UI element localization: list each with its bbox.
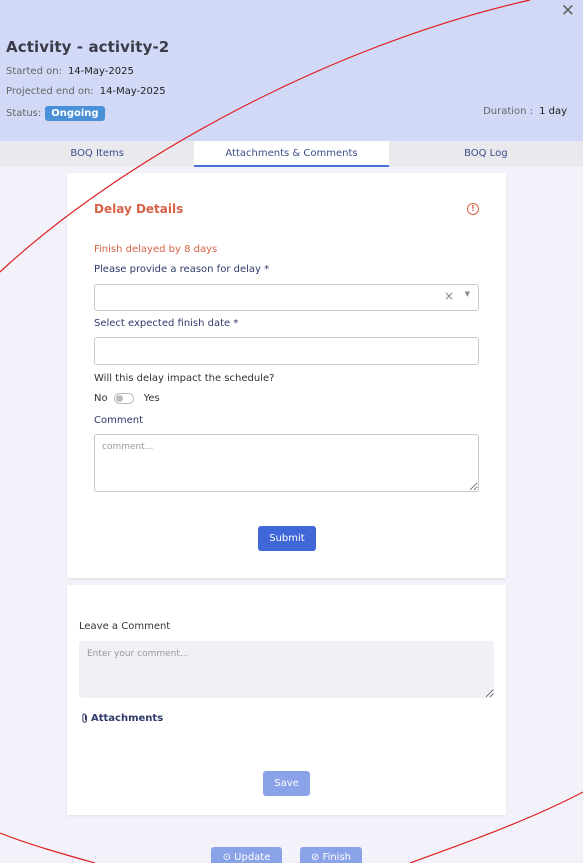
reason-select[interactable]: × ▼ — [94, 284, 479, 311]
projected-end-label: Projected end on: — [6, 86, 94, 97]
chevron-down-icon[interactable]: ▼ — [465, 290, 470, 298]
delay-details-card: Delay Details ! Finish delayed by 8 days… — [67, 173, 506, 578]
reason-label: Please provide a reason for delay * — [94, 264, 270, 275]
status-row: Status: Ongoing — [6, 106, 105, 121]
duration-label: Duration : — [483, 106, 534, 117]
tab-bar: BOQ Items Attachments & Comments BOQ Log — [0, 141, 583, 167]
started-on-label: Started on: — [6, 66, 62, 77]
close-icon[interactable]: ✕ — [561, 2, 575, 20]
leave-comment-label: Leave a Comment — [79, 621, 171, 632]
started-on-row: Started on: 14-May-2025 — [6, 66, 134, 77]
clear-icon[interactable]: × — [444, 289, 454, 303]
status-label: Status: — [6, 108, 42, 119]
tab-boq-items[interactable]: BOQ Items — [0, 141, 194, 167]
impact-toggle-row: No Yes — [94, 393, 160, 404]
impact-label: Will this delay impact the schedule? — [94, 373, 275, 384]
info-icon: ! — [467, 203, 479, 215]
duration-value: 1 day — [539, 106, 567, 117]
submit-button[interactable]: Submit — [258, 526, 316, 551]
started-on-value: 14-May-2025 — [67, 66, 134, 77]
tab-attachments-comments[interactable]: Attachments & Comments — [194, 141, 389, 167]
page-title: Activity - activity-2 — [6, 38, 170, 56]
toggle-no-label: No — [94, 393, 108, 404]
finish-button[interactable]: ⊘ Finish — [300, 847, 362, 863]
comment-input[interactable] — [79, 641, 494, 698]
delay-comment-field[interactable] — [94, 434, 479, 492]
projected-end-value: 14-May-2025 — [99, 86, 166, 97]
impact-toggle[interactable] — [113, 393, 134, 404]
duration-row: Duration : 1 day — [483, 106, 567, 117]
tab-boq-log[interactable]: BOQ Log — [389, 141, 583, 167]
finish-date-label: Select expected finish date * — [94, 318, 239, 329]
annotation-arc — [0, 832, 96, 863]
attachments-label: Attachments — [91, 713, 164, 724]
paperclip-icon — [82, 713, 87, 723]
delay-message: Finish delayed by 8 days — [94, 244, 218, 255]
comment-label: Comment — [94, 415, 143, 426]
toggle-yes-label: Yes — [143, 393, 160, 404]
finish-date-input[interactable] — [94, 337, 479, 365]
comments-card: Leave a Comment Attachments Save — [67, 585, 506, 815]
save-button[interactable]: Save — [263, 771, 310, 796]
update-button[interactable]: ⊙ Update — [211, 847, 282, 863]
toggle-knob — [115, 395, 123, 402]
projected-end-row: Projected end on: 14-May-2025 — [6, 86, 166, 97]
delay-details-title: Delay Details — [94, 202, 184, 216]
attachments-link[interactable]: Attachments — [80, 713, 163, 724]
status-badge: Ongoing — [45, 106, 105, 121]
activity-header: ✕ Activity - activity-2 Started on: 14-Ma… — [0, 0, 583, 141]
